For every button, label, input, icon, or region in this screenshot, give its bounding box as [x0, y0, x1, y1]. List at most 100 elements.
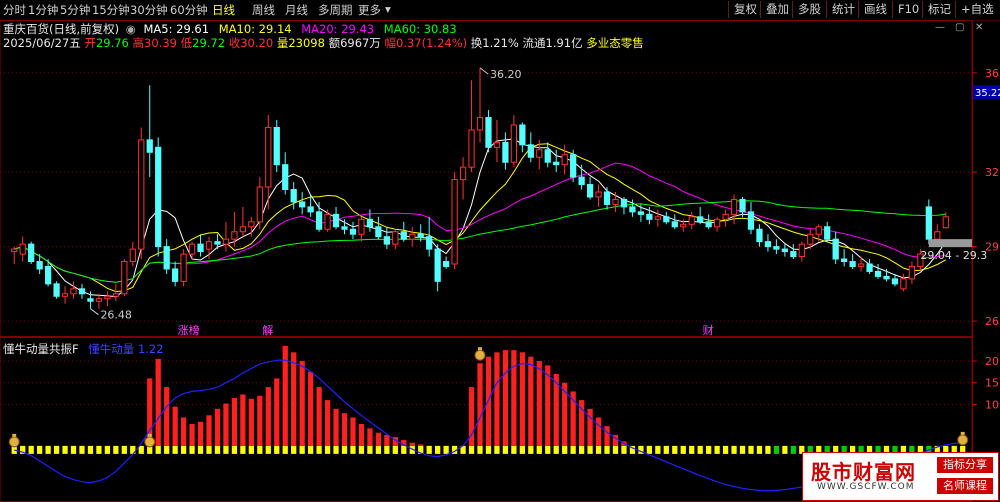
candle-14 [129, 241, 136, 267]
event-label-1: 解 [262, 323, 273, 337]
candle-37 [324, 209, 331, 232]
momentum-bar-44 [384, 434, 390, 446]
candle-77 [663, 211, 670, 225]
candle-body-67 [578, 176, 585, 186]
sub-y-tick-label-1: 15 [985, 377, 999, 390]
candle-body-85 [730, 198, 738, 215]
candle-body-21 [188, 243, 196, 255]
base-block-7 [70, 445, 77, 454]
base-block-19 [172, 445, 178, 454]
base-block-13 [121, 445, 127, 454]
candle-body-19 [172, 268, 179, 282]
candle-body-94 [807, 233, 814, 245]
price-tag-label: 35.22 [975, 88, 1000, 99]
base-block-82 [706, 445, 712, 454]
candle-61 [527, 132, 534, 163]
candle-body-38 [332, 213, 340, 228]
base-block-49 [426, 445, 432, 454]
candle-body-37 [324, 213, 331, 230]
momentum-bar-27 [240, 394, 246, 446]
ma60-line [14, 200, 946, 283]
momentum-bar-29 [257, 395, 263, 446]
candle-45 [392, 229, 399, 250]
close-icon[interactable]: ✕ [975, 22, 983, 33]
candle-13 [121, 259, 128, 297]
base-block-64 [553, 445, 559, 454]
candle-88 [756, 224, 763, 247]
candle-49 [426, 216, 433, 257]
candle-21 [188, 241, 196, 260]
candle-50 [434, 244, 441, 292]
candle-body-3 [36, 261, 43, 270]
money-bag-body-0 [144, 436, 156, 448]
base-block-8 [79, 445, 85, 454]
momentum-bar-33 [291, 352, 297, 446]
stock-chart[interactable]: 3632292635.2236.2026.4829.04 - 29.3涨榜解财2… [0, 0, 1000, 502]
base-block-40 [350, 445, 356, 454]
base-block-72 [621, 445, 627, 454]
base-block-60 [519, 445, 525, 454]
candle-body-24 [214, 241, 221, 245]
base-block-5 [53, 445, 60, 454]
base-block-44 [384, 445, 390, 454]
base-block-58 [502, 445, 509, 454]
base-block-30 [265, 445, 271, 454]
momentum-bar-30 [265, 387, 271, 446]
momentum-bar-25 [223, 403, 229, 446]
candle-body-87 [747, 211, 755, 230]
candle-body-64 [553, 161, 560, 166]
candle-body-53 [459, 166, 467, 181]
candle-63 [544, 142, 551, 168]
base-block-76 [655, 445, 661, 454]
base-block-92 [790, 445, 796, 454]
base-block-27 [240, 445, 246, 454]
money-bag-tie-2 [960, 431, 965, 435]
candle-67 [578, 164, 585, 190]
momentum-bar-55 [477, 363, 483, 446]
base-block-15 [138, 445, 144, 454]
candle-body-31 [273, 126, 280, 166]
candle-body-51 [443, 261, 450, 267]
candle-52 [451, 172, 458, 269]
candle-body-22 [197, 243, 204, 253]
base-block-67 [578, 445, 585, 454]
minus-icon[interactable]: — [935, 22, 945, 33]
base-block-87 [748, 445, 754, 454]
candle-106 [908, 261, 916, 284]
candle-body-89 [764, 241, 772, 248]
base-block-79 [680, 445, 686, 454]
base-block-91 [782, 445, 788, 454]
momentum-bar-69 [595, 417, 602, 446]
base-block-39 [341, 445, 348, 454]
candle-body-102 [874, 270, 882, 277]
base-block-59 [511, 445, 517, 454]
candle-body-13 [121, 261, 128, 295]
candle-99 [849, 254, 856, 269]
candle-34 [299, 192, 306, 215]
candle-59 [510, 115, 517, 168]
candle-66 [570, 149, 577, 183]
momentum-bar-22 [197, 421, 204, 446]
restore-icon[interactable]: ▢ [955, 22, 964, 33]
candle-body-34 [299, 201, 306, 208]
base-block-69 [595, 445, 602, 454]
base-block-4 [45, 445, 51, 454]
candle-body-71 [612, 198, 619, 205]
candle-body-0 [11, 248, 18, 253]
candle-78 [671, 214, 678, 230]
y-tick-label-1: 32 [985, 166, 999, 179]
candle-body-41 [358, 218, 365, 235]
candle-body-96 [824, 226, 831, 240]
candle-body-69 [595, 191, 602, 198]
candle-38 [332, 206, 340, 230]
candle-body-99 [849, 261, 856, 267]
event-label-2: 财 [703, 323, 714, 337]
base-block-17 [155, 445, 161, 454]
base-block-41 [358, 445, 365, 454]
candle-43 [375, 216, 382, 240]
candle-body-78 [671, 221, 678, 228]
watermark: 股市财富网 WWW.GSCFW.COM 指标分享 名师课程 [802, 452, 999, 501]
money-bag-tie-1 [478, 347, 482, 351]
candle-17 [155, 137, 162, 257]
base-block-31 [274, 445, 280, 454]
